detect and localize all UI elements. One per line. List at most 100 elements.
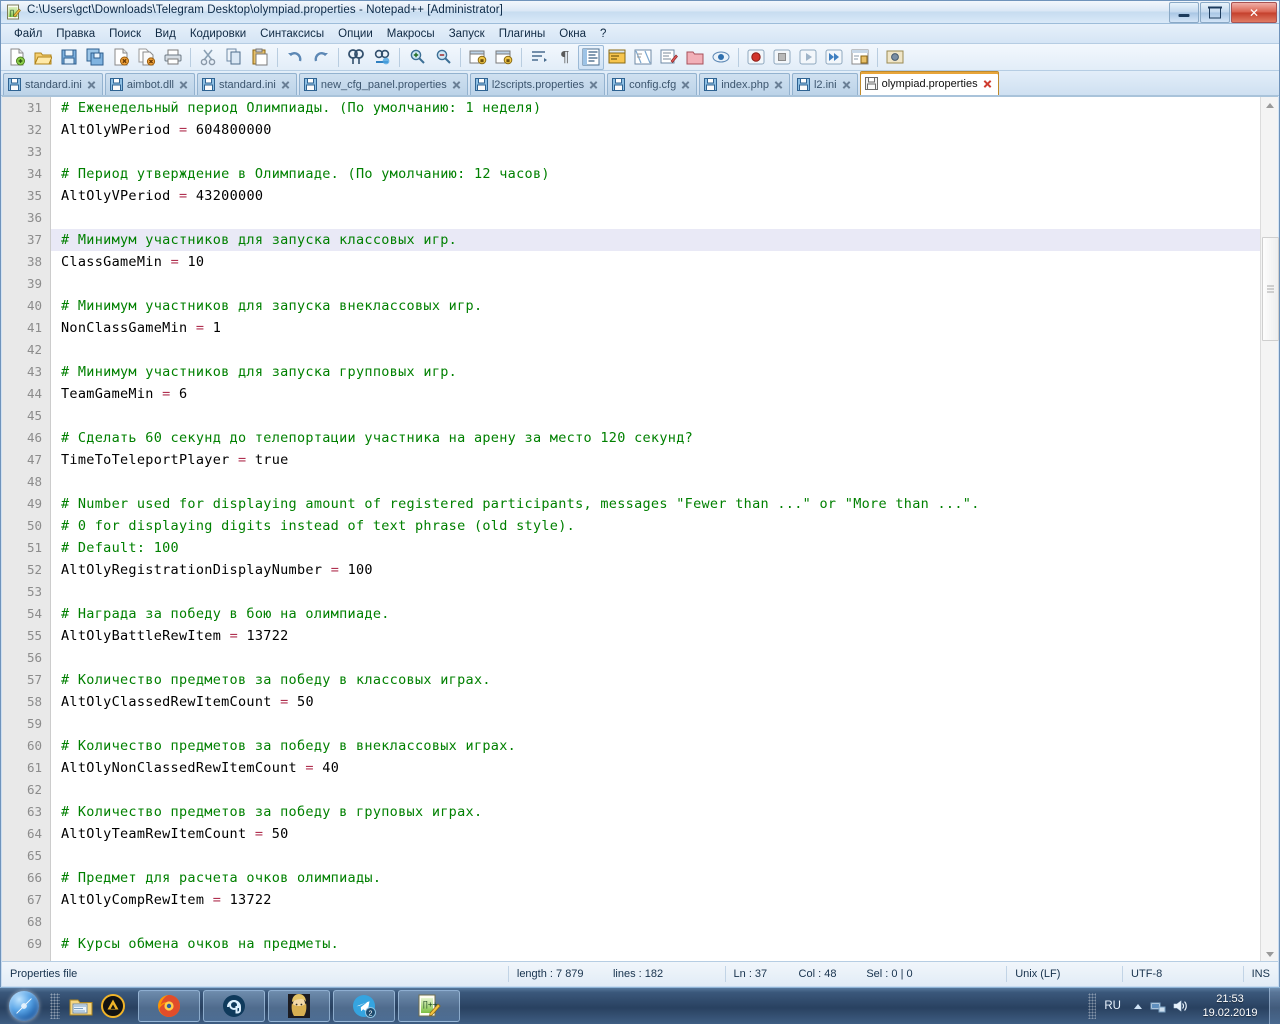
tab-close-icon[interactable]: [280, 79, 291, 90]
menu-item-plugins[interactable]: Плагины: [492, 27, 553, 41]
code-line[interactable]: # Минимум участников для запуска классов…: [51, 229, 1260, 251]
code-line[interactable]: # Количество предметов за победу в класс…: [51, 669, 1260, 691]
tab-close-icon[interactable]: [841, 79, 852, 90]
tab-close-icon[interactable]: [680, 79, 691, 90]
monitoring-icon[interactable]: [708, 45, 734, 70]
tab-close-icon[interactable]: [982, 78, 993, 89]
save-icon[interactable]: [56, 45, 82, 70]
tab-close-icon[interactable]: [773, 79, 784, 90]
code-line[interactable]: [51, 273, 1260, 295]
code-line[interactable]: # Количество предметов за победу в групо…: [51, 801, 1260, 823]
function-list-icon[interactable]: [656, 45, 682, 70]
code-line[interactable]: [51, 141, 1260, 163]
tab-index-php[interactable]: index.php: [699, 73, 790, 95]
tab-l2-ini[interactable]: l2.ini: [791, 73, 858, 95]
close-file-icon[interactable]: [108, 45, 134, 70]
replace-icon[interactable]: [369, 45, 395, 70]
taskbar-item-notepadpp[interactable]: ∏++: [398, 990, 460, 1022]
open-file-icon[interactable]: [30, 45, 56, 70]
code-line[interactable]: # Курсы обмена очков на предметы.: [51, 933, 1260, 955]
quick-launch-grip[interactable]: [50, 993, 60, 1019]
code-line[interactable]: # Default: 100: [51, 537, 1260, 559]
menu-item-macro[interactable]: Макросы: [380, 27, 442, 41]
code-line[interactable]: # Минимум участников для запуска группов…: [51, 361, 1260, 383]
menu-item-settings[interactable]: Опции: [331, 27, 380, 41]
save-all-icon[interactable]: [82, 45, 108, 70]
sync-vertical-scroll-icon[interactable]: [465, 45, 491, 70]
code-line[interactable]: # Сделать 60 секунд до телепортации учас…: [51, 427, 1260, 449]
code-line[interactable]: AltOlyCompRewItem = 13722: [51, 889, 1260, 911]
tray-grip[interactable]: [1088, 993, 1097, 1019]
document-map-icon[interactable]: [630, 45, 656, 70]
code-line[interactable]: [51, 713, 1260, 735]
save-macro-icon[interactable]: [847, 45, 873, 70]
menu-item-language[interactable]: Синтаксисы: [253, 27, 331, 41]
volume-icon[interactable]: [1169, 998, 1191, 1014]
play-macro-icon[interactable]: [795, 45, 821, 70]
code-text-area[interactable]: # Еженедельный период Олимпиады. (По умо…: [51, 97, 1260, 963]
code-line[interactable]: # Еженедельный период Олимпиады. (По умо…: [51, 97, 1260, 119]
code-line[interactable]: AltOlyTeamRewItemCount = 50: [51, 823, 1260, 845]
user-defined-dialog-icon[interactable]: [604, 45, 630, 70]
vertical-scrollbar-thumb[interactable]: [1262, 237, 1279, 341]
code-line[interactable]: # Количество предметов за победу в внекл…: [51, 735, 1260, 757]
tab-close-icon[interactable]: [178, 79, 189, 90]
menu-item-file[interactable]: Файл: [7, 27, 49, 41]
windows-explorer-icon[interactable]: [66, 991, 96, 1021]
redo-icon[interactable]: [308, 45, 334, 70]
code-line[interactable]: # Минимум участников для запуска внеклас…: [51, 295, 1260, 317]
close-button[interactable]: ✕: [1231, 2, 1277, 23]
menu-item-encoding[interactable]: Кодировки: [183, 27, 253, 41]
tab-close-icon[interactable]: [588, 79, 599, 90]
scroll-up-arrow[interactable]: [1261, 97, 1278, 114]
start-button[interactable]: [0, 989, 48, 1023]
tab-new-cfg-panel-properties[interactable]: new_cfg_panel.properties: [298, 73, 468, 95]
menu-item-view[interactable]: Вид: [148, 27, 183, 41]
code-line[interactable]: AltOlyVPeriod = 43200000: [51, 185, 1260, 207]
code-line[interactable]: ClassGameMin = 10: [51, 251, 1260, 273]
tab-config-cfg[interactable]: config.cfg: [607, 73, 698, 95]
find-icon[interactable]: [343, 45, 369, 70]
clock[interactable]: 21:53 19.02.2019: [1191, 992, 1269, 1020]
copy-icon[interactable]: [221, 45, 247, 70]
menu-item-run[interactable]: Запуск: [442, 27, 492, 41]
code-line[interactable]: [51, 207, 1260, 229]
tab-aimbot-dll[interactable]: aimbot.dll: [104, 73, 195, 95]
tab-standard-ini[interactable]: standard.ini: [3, 73, 103, 95]
code-line[interactable]: [51, 471, 1260, 493]
tab-close-icon[interactable]: [86, 79, 97, 90]
run-macro-multiple-icon[interactable]: [821, 45, 847, 70]
code-line[interactable]: AltOlyNonClassedRewItemCount = 40: [51, 757, 1260, 779]
code-line[interactable]: [51, 779, 1260, 801]
cut-icon[interactable]: [195, 45, 221, 70]
folder-as-workspace-icon[interactable]: [682, 45, 708, 70]
taskbar-item-firefox[interactable]: [138, 990, 200, 1022]
code-line[interactable]: AltOlyBattleRewItem = 13722: [51, 625, 1260, 647]
zoom-out-icon[interactable]: [430, 45, 456, 70]
vertical-scrollbar[interactable]: [1260, 97, 1279, 963]
print-icon[interactable]: [160, 45, 186, 70]
menu-item-help[interactable]: ?: [593, 27, 613, 41]
menu-item-edit[interactable]: Правка: [49, 27, 102, 41]
code-line[interactable]: # Награда за победу в бою на олимпиаде.: [51, 603, 1260, 625]
aimp-icon[interactable]: [98, 991, 128, 1021]
new-file-icon[interactable]: [4, 45, 30, 70]
sync-horizontal-scroll-icon[interactable]: [491, 45, 517, 70]
code-line[interactable]: # 0 for displaying digits instead of tex…: [51, 515, 1260, 537]
code-line[interactable]: TimeToTeleportPlayer = true: [51, 449, 1260, 471]
language-indicator[interactable]: RU: [1096, 1000, 1129, 1012]
tab-l2scripts-properties[interactable]: l2scripts.properties: [469, 73, 606, 95]
code-line[interactable]: TeamGameMin = 6: [51, 383, 1260, 405]
close-all-files-icon[interactable]: [134, 45, 160, 70]
taskbar-item-headset[interactable]: [203, 990, 265, 1022]
paste-icon[interactable]: [247, 45, 273, 70]
word-wrap-icon[interactable]: [526, 45, 552, 70]
show-desktop-button[interactable]: [1269, 988, 1280, 1024]
tab-close-icon[interactable]: [451, 79, 462, 90]
code-line[interactable]: # Период утверждение в Олимпиаде. (По ум…: [51, 163, 1260, 185]
code-line[interactable]: AltOlyRegistrationDisplayNumber = 100: [51, 559, 1260, 581]
taskbar-item-telegram[interactable]: 2: [333, 990, 395, 1022]
record-macro-icon[interactable]: [743, 45, 769, 70]
minimize-button[interactable]: [1169, 2, 1199, 23]
tab-olympiad-properties[interactable]: olympiad.properties: [859, 71, 999, 95]
